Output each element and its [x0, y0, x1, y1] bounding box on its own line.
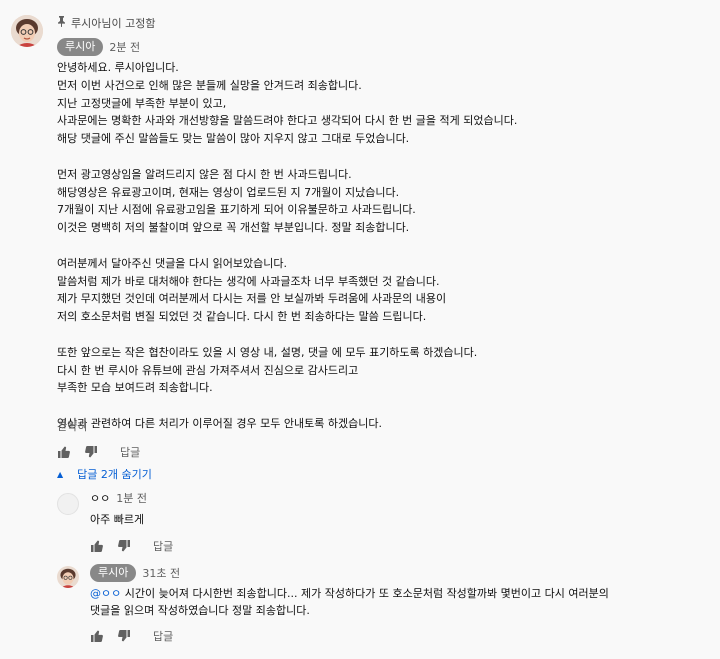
- thumb-up-icon[interactable]: [90, 629, 104, 643]
- reply-header: ㅇㅇ 1분 전: [90, 490, 147, 506]
- thumb-down-icon[interactable]: [84, 445, 98, 459]
- reply-button[interactable]: 답글: [153, 538, 173, 554]
- reply-text-content: 시간이 늦어져 다시한번 죄송합니다... 제가 작성하다가 또 호소문처럼 작…: [90, 587, 609, 617]
- reply-actions: 답글: [90, 538, 173, 554]
- reply-button[interactable]: 답글: [120, 444, 140, 460]
- reply-item: 루시아 31초 전 @ㅇㅇ 시간이 늦어져 다시한번 죄송합니다... 제가 작…: [90, 564, 710, 619]
- thumb-down-icon[interactable]: [117, 539, 131, 553]
- pin-label: 루시아님이 고정함: [71, 17, 156, 30]
- comment-timestamp[interactable]: 2분 전: [109, 39, 140, 55]
- caret-up-icon: ▲: [57, 469, 64, 479]
- reply-button[interactable]: 답글: [153, 628, 173, 644]
- pin-icon: [57, 16, 66, 30]
- comment-header: 루시아 2분 전: [57, 38, 140, 56]
- reply-timestamp[interactable]: 1분 전: [116, 490, 147, 506]
- mention-link[interactable]: @ㅇㅇ: [90, 587, 121, 600]
- reply-author-badge[interactable]: 루시아: [90, 564, 137, 582]
- thumb-down-icon[interactable]: [117, 629, 131, 643]
- thumb-up-icon[interactable]: [90, 539, 104, 553]
- show-less-button[interactable]: 간략히: [57, 418, 87, 434]
- reply-avatar[interactable]: [57, 566, 79, 588]
- author-avatar[interactable]: [11, 15, 43, 47]
- hide-replies-button[interactable]: ▲ 답글 2개 숨기기: [57, 466, 152, 482]
- reply-header: 루시아 31초 전: [90, 564, 710, 582]
- reply-text: @ㅇㅇ 시간이 늦어져 다시한번 죄송합니다... 제가 작성하다가 또 호소문…: [90, 585, 710, 619]
- comment-body: 안녕하세요. 루시아입니다. 먼저 이번 사건으로 인해 많은 분들께 실망을 …: [57, 61, 518, 430]
- pinned-indicator: 루시아님이 고정함: [57, 15, 155, 31]
- author-name-badge[interactable]: 루시아: [57, 38, 104, 56]
- reply-timestamp[interactable]: 31초 전: [142, 565, 180, 581]
- reply-item: ㅇㅇ 1분 전 아주 빠르게: [90, 490, 147, 528]
- reply-text: 아주 빠르게: [90, 513, 145, 526]
- reply-actions: 답글: [90, 628, 173, 644]
- thumb-up-icon[interactable]: [57, 445, 71, 459]
- reply-avatar[interactable]: [57, 493, 79, 515]
- comment-actions: 답글: [57, 444, 140, 460]
- reply-author-name[interactable]: ㅇㅇ: [90, 490, 110, 506]
- hide-replies-label: 답글 2개 숨기기: [77, 468, 152, 481]
